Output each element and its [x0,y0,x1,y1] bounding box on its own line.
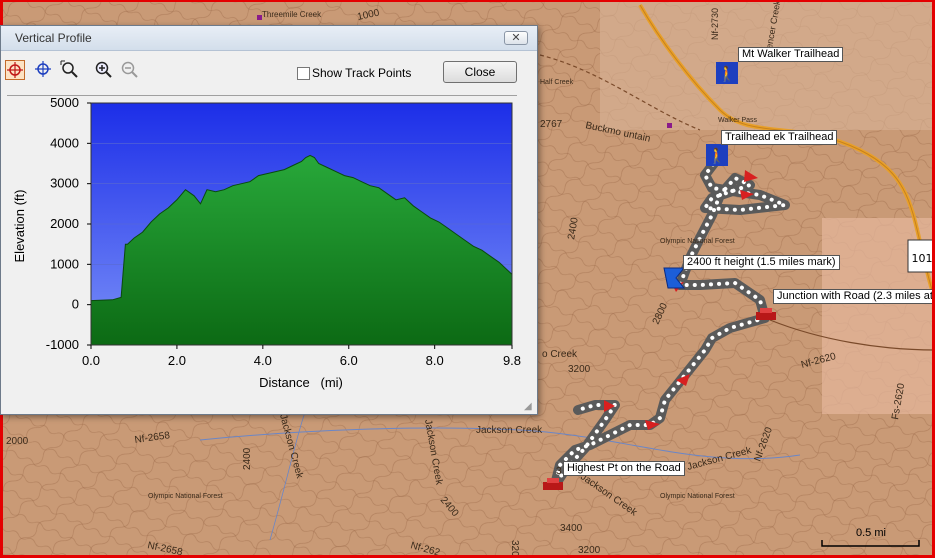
window-close-button[interactable]: ✕ [504,31,528,45]
x-tick-label: 0.0 [82,353,100,368]
olympic-nf-label-1: Olympic National Forest [660,238,735,245]
window-titlebar[interactable]: Vertical Profile ✕ [1,26,537,51]
height-2400-label[interactable]: 2400 ft height (1.5 miles mark) [683,255,840,270]
y-axis-ticks: 5000 4000 3000 2000 1000 0 -1000 [46,96,91,352]
window-title: Vertical Profile [15,31,92,45]
elev-2000-label: 2000 [6,436,29,447]
vertical-profile-window: Vertical Profile ✕ Show Track Points Clo… [0,25,538,415]
y-tick-label: 4000 [50,135,79,150]
show-track-points-label: Show Track Points [312,66,412,80]
highway-101-label: 101 [912,252,933,265]
elev-3-prefix-label: 3 [556,466,562,477]
walker-pass-point-icon [667,123,672,128]
y-tick-label: 3000 [50,176,79,191]
highest-pt-label[interactable]: Highest Pt on the Road [563,461,685,476]
olympic-nf-label-2: Olympic National Forest [148,493,223,500]
o-creek-label: o Creek [542,349,578,360]
zoom-in-icon[interactable] [93,60,113,80]
zoom-out-icon[interactable] [119,60,139,80]
mt-walker-trailhead-label[interactable]: Mt Walker Trailhead [738,47,844,62]
x-tick-label: 4.0 [254,353,272,368]
elev-3200-label: 3200 [568,364,591,375]
x-axis-label: Distance (mi) [259,375,343,390]
scale-label: 0.5 mi [856,527,886,539]
elev-2400b-label: 2400 [242,447,253,470]
jackson-creek-label-3: Jackson Creek [476,425,543,436]
zoom-box-icon[interactable] [59,60,79,80]
olympic-nf-label-3: Olympic National Forest [660,493,735,500]
x-tick-label: 8.0 [426,353,444,368]
x-tick-label: 2.0 [168,353,186,368]
y-tick-label: -1000 [46,337,79,352]
x-tick-label: 6.0 [340,353,358,368]
crosshair-icon[interactable] [33,60,53,80]
resize-grip-icon[interactable]: ◢ [524,401,534,412]
walker-pass-label: Walker Pass [718,117,758,124]
y-axis-label: Elevation (ft) [12,190,27,263]
junction-road-label[interactable]: Junction with Road (2.3 miles at 2 [773,289,935,304]
elev-3400-label: 3400 [560,523,583,534]
peak-2767-label: 2767 [540,119,563,130]
hiker-trailhead-icon[interactable]: 🚶 [716,62,738,84]
threemile-creek-label: Threemile Creek [262,10,322,19]
nf-2730-label: Nf-2730 [710,8,720,40]
highway-101-shield: 101 [907,239,935,273]
y-tick-label: 2000 [50,216,79,231]
map-frame-top [0,0,935,2]
track-select-icon[interactable] [5,60,25,80]
svg-text:🚶: 🚶 [708,147,727,165]
y-tick-label: 0 [72,297,79,312]
y-tick-label: 5000 [50,96,79,110]
half-creek-label: Half Creek [540,79,574,86]
trailhead-label[interactable]: Trailhead ek Trailhead [721,130,838,145]
close-button[interactable]: Close [443,61,517,83]
x-tick-label: 9.8 [503,353,521,368]
elevation-profile-chart[interactable]: 5000 4000 3000 2000 1000 0 -1000 0.0 2.0 4.0 6.0 8… [1,96,537,396]
svg-text:🚶: 🚶 [718,65,737,83]
garmin-map-application: 🚶 🚶 101 Threemile Creek 1000 Nf-2730 Spe… [0,0,935,558]
hiker-trailhead-icon-2[interactable]: 🚶 [706,144,728,166]
y-tick-label: 1000 [50,256,79,271]
show-track-points-checkbox[interactable] [297,67,310,80]
x-axis-ticks: 0.0 2.0 4.0 6.0 8.0 9.8 [82,345,521,368]
